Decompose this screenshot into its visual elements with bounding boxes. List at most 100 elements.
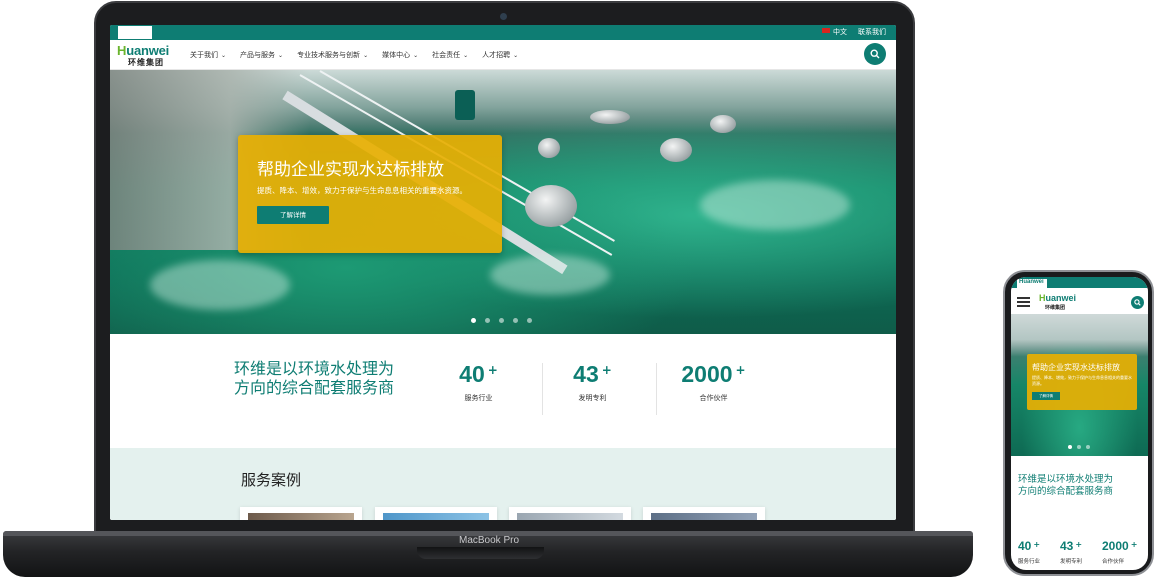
- stat-value: 43: [1060, 539, 1074, 553]
- laptop-screen: 中文 联系我们 Huanwei 环维集团 关于我们 ⌄ 产品与服务 ⌄ 专业技术服务…: [110, 25, 896, 520]
- nav-item-label: 产品与服务: [240, 51, 276, 59]
- nav-item-careers[interactable]: 人才招聘 ⌄: [482, 50, 518, 60]
- stat-patents: 43 + 发明专利: [535, 361, 650, 403]
- chevron-down-icon: ⌄: [513, 52, 519, 59]
- search-icon: [1134, 299, 1141, 306]
- case-image: [383, 513, 489, 520]
- case-image: [517, 513, 623, 520]
- slider-dots: [471, 318, 532, 323]
- logo-text: uanwei: [1045, 293, 1077, 303]
- case-card[interactable]: [240, 507, 362, 520]
- slider-dot[interactable]: [513, 318, 518, 323]
- phone-top-bar: Huanwei: [1011, 277, 1148, 288]
- logo-tab: [118, 26, 152, 39]
- stat-label: 合作伙伴: [699, 394, 728, 402]
- case-card[interactable]: [643, 507, 765, 520]
- slider-dot[interactable]: [527, 318, 532, 323]
- stat-value: 2000: [681, 361, 733, 387]
- contact-link[interactable]: 联系我们: [858, 27, 886, 37]
- phone-stat-patents: 43 + 发明专利: [1060, 535, 1105, 565]
- slider-dot[interactable]: [499, 318, 504, 323]
- learn-more-button[interactable]: 了解详情: [257, 206, 329, 224]
- slider-dot[interactable]: [1086, 445, 1090, 449]
- slider-dot[interactable]: [1068, 445, 1072, 449]
- search-button[interactable]: [864, 43, 886, 65]
- hero-photo-motor: [455, 90, 475, 120]
- stat-value: 43: [573, 361, 599, 387]
- nav-item-media[interactable]: 媒体中心 ⌄: [382, 50, 418, 60]
- phone-slider-dots: [1068, 445, 1090, 449]
- stat-label: 合作伙伴: [1102, 559, 1125, 565]
- nav-item-label: 专业技术服务与创新: [297, 51, 361, 59]
- phone-stat-industries: 40 + 服务行业: [1018, 535, 1063, 565]
- phone-hero-card: 帮助企业实现水达标排放 提质、降本、增效，致力于保护与生命息息相关的重要水资源。…: [1027, 354, 1137, 410]
- phone-company-tagline: 环维是以环境水处理为方向的综合配套服务商: [1018, 474, 1114, 497]
- hero-banner: 帮助企业实现水达标排放 提质、降本、增效，致力于保护与生命息息相关的重要水资源。…: [110, 70, 896, 334]
- cases-section: 服务案例: [110, 448, 896, 520]
- stat-industries: 40 + 服务行业: [421, 361, 536, 403]
- slider-dot[interactable]: [471, 318, 476, 323]
- chevron-down-icon: ⌄: [413, 52, 419, 59]
- hero-card: 帮助企业实现水达标排放 提质、降本、增效，致力于保护与生命息息相关的重要水资源。…: [238, 135, 502, 253]
- phone-logo-tab: Huanwei: [1017, 279, 1047, 288]
- search-icon: [870, 49, 880, 59]
- phone-hero-title: 帮助企业实现水达标排放: [1032, 363, 1120, 372]
- case-card[interactable]: [375, 507, 497, 520]
- hero-photo-aerator: [660, 138, 692, 162]
- hero-photo-aerator: [590, 110, 630, 124]
- logo-initial: H: [117, 43, 127, 58]
- stat-label: 发明专利: [1060, 559, 1083, 565]
- stat-value: 2000: [1102, 539, 1129, 553]
- stat-suffix: +: [1130, 540, 1138, 549]
- logo-cn-name: 环维集团: [128, 58, 164, 67]
- company-tagline: 环维是以环境水处理为方向的综合配套服务商: [234, 359, 395, 397]
- chevron-down-icon: ⌄: [278, 52, 284, 59]
- stat-value: 40: [459, 361, 485, 387]
- stat-label: 发明专利: [578, 394, 607, 402]
- phone-search-button[interactable]: [1131, 296, 1144, 309]
- stat-value: 40: [1018, 539, 1032, 553]
- stat-suffix: +: [601, 363, 612, 377]
- nav-item-products[interactable]: 产品与服务 ⌄: [240, 50, 283, 60]
- slider-dot[interactable]: [1077, 445, 1081, 449]
- phone-stat-partners: 2000 + 合作伙伴: [1102, 535, 1147, 565]
- stat-suffix: +: [1033, 540, 1041, 549]
- slider-dot[interactable]: [485, 318, 490, 323]
- stats-section: 环维是以环境水处理为方向的综合配套服务商 40 + 服务行业 43 + 发明专利 2…: [110, 334, 896, 448]
- hero-title: 帮助企业实现水达标排放: [257, 160, 444, 180]
- nav-item-tech[interactable]: 专业技术服务与创新 ⌄: [297, 50, 368, 60]
- hero-subtitle: 提质、降本、增效，致力于保护与生命息息相关的重要水资源。: [257, 186, 467, 195]
- phone-navbar: Huanwei 环维集团: [1011, 288, 1148, 314]
- nav-menu: 关于我们 ⌄ 产品与服务 ⌄ 专业技术服务与创新 ⌄ 媒体中心 ⌄ 社会责任 ⌄ 人才招聘…: [190, 50, 518, 60]
- stat-suffix: +: [1075, 540, 1083, 549]
- phone-learn-more-button[interactable]: 了解详情: [1032, 392, 1060, 400]
- case-image: [651, 513, 757, 520]
- hero-photo-foam: [490, 255, 610, 295]
- flag-cn-icon: [822, 28, 830, 33]
- nav-item-label: 人才招聘: [482, 51, 511, 59]
- language-switch[interactable]: 中文: [822, 27, 847, 37]
- logo[interactable]: Huanwei: [117, 43, 169, 58]
- stat-label: 服务行业: [1018, 559, 1041, 565]
- phone-logo[interactable]: Huanwei: [1039, 293, 1076, 303]
- chevron-down-icon: ⌄: [463, 52, 469, 59]
- case-card[interactable]: [509, 507, 631, 520]
- nav-item-csr[interactable]: 社会责任 ⌄: [432, 50, 468, 60]
- chevron-down-icon: ⌄: [221, 52, 227, 59]
- phone-hero-subtitle: 提质、降本、增效，致力于保护与生命息息相关的重要水资源。: [1032, 375, 1132, 386]
- chevron-down-icon: ⌄: [363, 52, 369, 59]
- phone-screen: Huanwei Huanwei 环维集团 帮助企业实现水达标排放 提质、降本、增…: [1011, 277, 1148, 570]
- menu-icon[interactable]: [1017, 297, 1030, 307]
- hero-photo-foam: [700, 180, 850, 230]
- main-navbar: Huanwei 环维集团 关于我们 ⌄ 产品与服务 ⌄ 专业技术服务与创新 ⌄ 媒体中…: [110, 26, 896, 70]
- stat-suffix: +: [487, 363, 498, 377]
- logo-text: uanwei: [126, 43, 170, 58]
- stat-partners: 2000 + 合作伙伴: [656, 361, 771, 403]
- phone-hero-banner: 帮助企业实现水达标排放 提质、降本、增效，致力于保护与生命息息相关的重要水资源。…: [1011, 314, 1148, 456]
- mockup-stage: MacBook Pro 中文 联系我们 Huanwei 环维集团 关于我们 ⌄ 产…: [0, 0, 1157, 579]
- phone-logo-small: Huanwei: [1019, 279, 1044, 285]
- nav-item-about[interactable]: 关于我们 ⌄: [190, 50, 226, 60]
- stat-label: 服务行业: [464, 394, 493, 402]
- laptop-notch: [417, 547, 544, 559]
- nav-item-label: 媒体中心: [382, 51, 411, 59]
